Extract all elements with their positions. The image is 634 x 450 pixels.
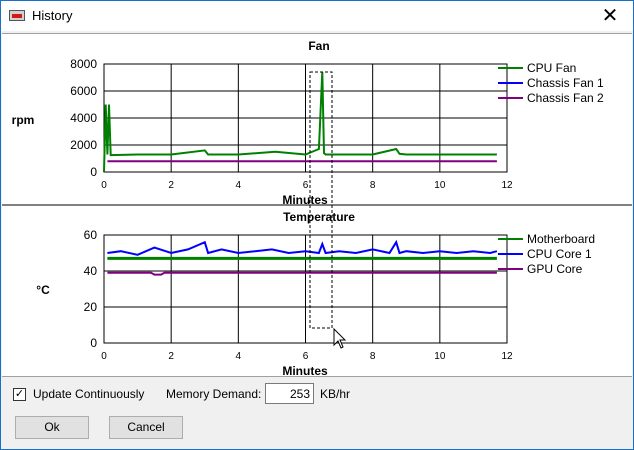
temp-chart-title: Temperature [283,210,355,224]
temp-x-tick-label: 10 [434,351,446,362]
temp-x-tick-label: 2 [168,351,174,362]
fan-x-tick-label: 6 [303,180,309,191]
window-title: History [32,8,73,23]
memory-demand-label: Memory Demand: [166,387,262,401]
fan-legend: CPU FanChassis Fan 1Chassis Fan 2 [498,61,604,105]
title-bar: History ✕ [1,1,633,31]
temp-x-tick-label: 12 [501,351,513,362]
close-button[interactable]: ✕ [587,1,633,31]
fan-x-tick-label: 4 [236,180,242,191]
temp-x-tick-label: 8 [370,351,376,362]
temp-y-tick-label: 60 [84,228,98,242]
temp-chart-ylabel: °C [36,283,50,297]
fan-x-tick-label: 12 [501,180,513,191]
temp-legend-label: Motherboard [527,232,595,246]
fan-y-tick-label: 0 [90,165,97,179]
fan-x-tick-label: 8 [370,180,376,191]
temp-legend-label: CPU Core 1 [527,247,592,261]
temp-chart-xlabel: Minutes [282,364,328,376]
fan-x-tick-label: 0 [101,180,107,191]
checkmark-icon: ✓ [14,388,25,400]
close-icon: ✕ [601,5,619,27]
history-window: History ✕ Fan rpm Minutes 0 2 4 6 8 10 12 0 2000… [0,0,634,450]
charts-canvas: Fan rpm Minutes 0 2 4 6 8 10 12020004000600080… [2,39,632,378]
fan-y-tick-label: 6000 [70,84,97,98]
fan-y-tick-label: 2000 [70,138,97,152]
temp-x-tick-label: 4 [236,351,242,362]
fan-chart-ylabel: rpm [12,113,35,127]
fan-legend-label: Chassis Fan 1 [527,76,604,90]
temp-y-tick-label: 20 [84,300,98,314]
memory-demand-input[interactable] [265,383,314,404]
chart-panel: Fan rpm Minutes 0 2 4 6 8 10 12 0 2000 4000 6000 80… [2,33,632,378]
temp-legend-label: GPU Core [527,262,583,276]
fan-x-tick-label: 2 [168,180,174,191]
fan-y-tick-label: 4000 [70,111,97,125]
bottom-panel: ✓ Update Continuously Memory Demand: KB/… [1,377,633,449]
update-continuously-label[interactable]: Update Continuously [33,387,144,401]
temp-y-tick-label: 40 [84,264,98,278]
fan-chart-title: Fan [308,39,329,53]
fan-x-tick-label: 10 [434,180,446,191]
temp-legend: MotherboardCPU Core 1GPU Core [498,232,595,276]
fan-legend-label: CPU Fan [527,61,576,75]
update-continuously-checkbox[interactable]: ✓ [13,388,26,401]
temp-x-tick-label: 0 [101,351,107,362]
fan-legend-label: Chassis Fan 2 [527,91,604,105]
app-icon [9,10,25,21]
fan-y-tick-label: 8000 [70,57,97,71]
ok-button[interactable]: Ok [15,416,89,439]
temp-y-tick-label: 0 [90,336,97,350]
temp-x-tick-label: 6 [303,351,309,362]
cancel-button[interactable]: Cancel [109,416,183,439]
memory-unit-label: KB/hr [320,387,351,401]
